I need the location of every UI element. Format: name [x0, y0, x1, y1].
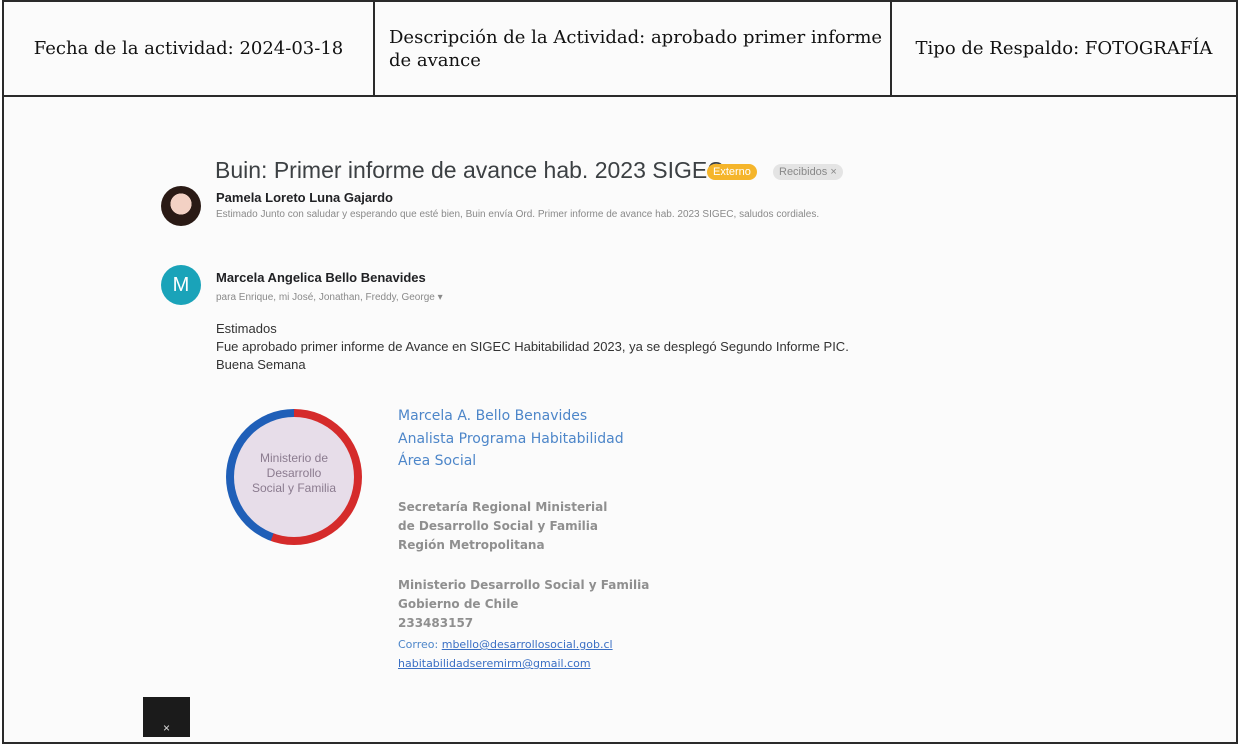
- external-tag[interactable]: Externo: [707, 164, 757, 180]
- header-table: Fecha de la actividad: 2024-03-18 Descri…: [4, 2, 1236, 97]
- email-label: Correo:: [398, 638, 439, 651]
- signature-org-line: de Desarrollo Social y Familia: [398, 519, 599, 533]
- body-line: Fue aprobado primer informe de Avance en…: [216, 339, 849, 354]
- avatar[interactable]: [161, 186, 201, 226]
- inbox-tag[interactable]: Recibidos ×: [773, 164, 843, 180]
- activity-description: Descripción de la Actividad: aprobado pr…: [375, 2, 892, 95]
- sender-name[interactable]: Marcela Angelica Bello Benavides: [216, 270, 426, 285]
- recipients-dropdown[interactable]: para Enrique, mi José, Jonathan, Freddy,…: [216, 292, 443, 303]
- email-link[interactable]: mbello@desarrollosocial.gob.cl: [442, 638, 613, 651]
- email2-link[interactable]: habitabilidadseremirm@gmail.com: [398, 657, 591, 670]
- signature-role: Analista Programa Habitabilidad: [398, 431, 624, 447]
- body-line: Estimados: [216, 321, 277, 336]
- ministry-logo: Ministerio de Desarrollo Social y Famili…: [226, 409, 362, 545]
- email-subject: Buin: Primer informe de avance hab. 2023…: [215, 157, 724, 183]
- activity-date: Fecha de la actividad: 2024-03-18: [4, 2, 375, 95]
- ministry-logo-text: Ministerio de Desarrollo Social y Famili…: [251, 450, 337, 495]
- signature-name: Marcela A. Bello Benavides: [398, 408, 588, 424]
- body-line: Buena Semana: [216, 357, 306, 372]
- signature-ministry-line: Ministerio Desarrollo Social y Familia: [398, 578, 650, 592]
- signature-org-line: Secretaría Regional Ministerial: [398, 500, 608, 514]
- signature-area: Área Social: [398, 453, 477, 469]
- signature-org-line: Región Metropolitana: [398, 538, 545, 552]
- avatar[interactable]: M: [161, 265, 201, 305]
- close-button[interactable]: ×: [143, 697, 190, 737]
- signature-ministry-line: Gobierno de Chile: [398, 597, 519, 611]
- signature-email2-row: habitabilidadseremirm@gmail.com: [398, 657, 591, 670]
- support-type: Tipo de Respaldo: FOTOGRAFÍA: [915, 38, 1213, 59]
- signature-email-row: Correo: mbello@desarrollosocial.gob.cl: [398, 638, 613, 651]
- sender-name[interactable]: Pamela Loreto Luna Gajardo: [216, 190, 393, 205]
- signature-phone: 233483157: [398, 616, 474, 630]
- message-snippet[interactable]: Estimado Junto con saludar y esperando q…: [216, 209, 819, 220]
- message-body: Estimados Fue aprobado primer informe de…: [216, 320, 849, 374]
